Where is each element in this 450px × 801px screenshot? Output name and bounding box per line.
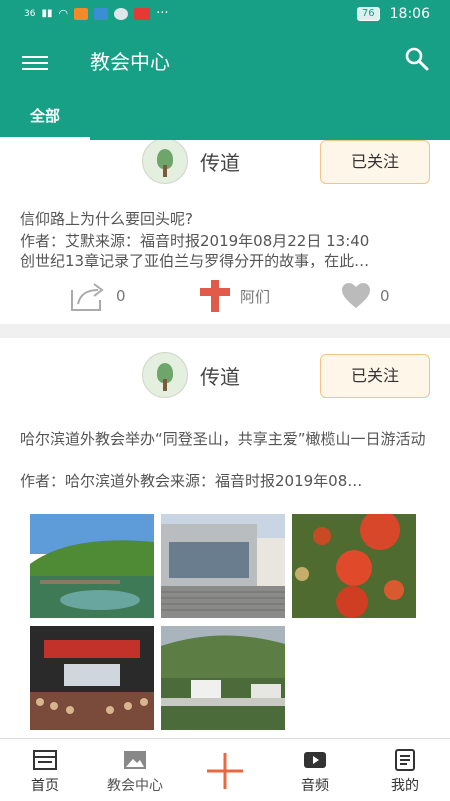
post-actions: 0 阿们 0 [0, 276, 450, 316]
share-count: 0 [116, 287, 126, 305]
nav-mine[interactable]: 我的 [360, 739, 450, 801]
nav-home-label: 首页 [31, 778, 59, 794]
post-card[interactable]: 传道 已关注 信仰路上为什么要回头呢? 作者：艾默来源：福音时报2019年08月… [0, 140, 450, 324]
post-excerpt[interactable]: 创世纪13章记录了亚伯兰与罗得分开的故事，在此… [20, 250, 430, 271]
more-notifications-icon: ··· [156, 6, 169, 21]
clock: 18:06 [389, 6, 430, 22]
app-notification-icon [134, 7, 151, 20]
post-author[interactable]: 传道 [142, 140, 240, 184]
nav-home[interactable]: 首页 [0, 739, 90, 801]
post-image-church[interactable] [161, 514, 285, 618]
post-card[interactable]: 传道 已关注 哈尔滨道外教会举办“同登圣山，共享主爱”橄榄山一日游活动 作者：哈… [0, 338, 450, 738]
tab-bar: 全部 [0, 96, 450, 140]
post-image-hillside[interactable] [161, 626, 285, 730]
share-icon [71, 283, 104, 311]
battery-indicator: 76 [356, 7, 380, 21]
cross-icon [200, 280, 230, 312]
search-icon[interactable] [404, 46, 430, 72]
post-image-lake[interactable] [30, 514, 154, 618]
author-name: 传道 [200, 150, 240, 175]
tab-all[interactable]: 全部 [0, 96, 90, 140]
heart-icon [342, 283, 370, 308]
app-notification-icon [74, 7, 89, 20]
like-button[interactable]: 0 [342, 276, 390, 316]
nav-church-label: 教会中心 [107, 778, 163, 794]
post-title[interactable]: 信仰路上为什么要回头呢? [20, 210, 430, 229]
follow-button[interactable]: 已关注 [320, 140, 430, 184]
post-images [30, 514, 420, 734]
author-name: 传道 [200, 364, 240, 389]
post-title[interactable]: 哈尔滨道外教会举办“同登圣山，共享主爱”橄榄山一日游活动 [20, 430, 430, 449]
post-meta: 作者：艾默来源：福音时报2019年08月22日 13:40 [20, 232, 370, 250]
status-bar: 36 ▮▮ ◠ ··· 76 18:06 [0, 0, 450, 28]
nav-audio-label: 音频 [301, 778, 329, 794]
network-indicator: 36 [24, 8, 36, 19]
app-bar: 教会中心 全部 [0, 28, 450, 140]
post-image-auditorium[interactable] [30, 626, 154, 730]
menu-icon[interactable] [22, 52, 48, 72]
amen-label: 阿们 [240, 287, 271, 306]
avatar[interactable] [142, 140, 188, 184]
app-notification-icon [94, 7, 109, 20]
nav-mine-label: 我的 [391, 778, 419, 794]
signal-icon: ▮▮ [41, 8, 53, 19]
play-icon [304, 752, 326, 768]
bottom-nav: 首页 教会中心 音频 我的 [0, 738, 450, 801]
news-icon [33, 750, 57, 770]
amen-button[interactable]: 阿们 [200, 276, 270, 316]
post-meta: 作者：哈尔滨道外教会来源：福音时报2019年08… [20, 472, 363, 490]
chat-notification-icon [114, 7, 129, 20]
plus-icon [207, 753, 243, 789]
wifi-icon: ◠ [58, 7, 69, 20]
image-icon [124, 751, 146, 769]
follow-button[interactable]: 已关注 [320, 354, 430, 398]
post-image-tomatoes[interactable] [292, 514, 416, 618]
document-icon [395, 749, 415, 771]
feed[interactable]: 传道 已关注 信仰路上为什么要回头呢? 作者：艾默来源：福音时报2019年08月… [0, 140, 450, 738]
nav-church[interactable]: 教会中心 [90, 739, 180, 801]
page-title: 教会中心 [90, 50, 170, 74]
nav-audio[interactable]: 音频 [270, 739, 360, 801]
like-count: 0 [380, 287, 390, 305]
share-button[interactable]: 0 [68, 276, 126, 316]
post-author[interactable]: 传道 [142, 352, 240, 398]
nav-add[interactable] [180, 739, 270, 801]
avatar[interactable] [142, 352, 188, 398]
